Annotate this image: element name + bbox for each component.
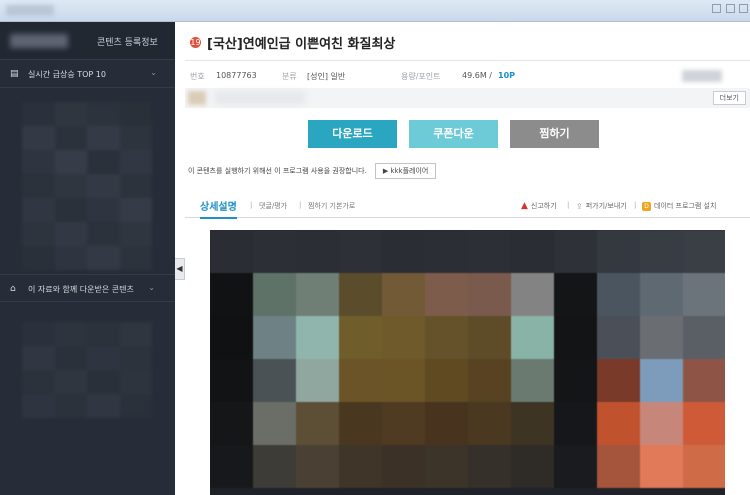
tab-separator: | <box>299 201 302 209</box>
meta-category-key: 분류 <box>282 72 297 81</box>
meta-category-value: [성인] 일반 <box>307 72 346 81</box>
meta-id-key: 번호 <box>190 72 205 81</box>
content-meta: 번호 10877763 분류 [성인] 일반 용량/포인트 49.6M / 10… <box>188 67 746 87</box>
share-icon: ⇪ <box>576 201 583 211</box>
more-button[interactable]: 더보기 <box>712 91 746 105</box>
tool-separator: | <box>634 201 637 209</box>
meta-size-value: 49.6M / <box>462 71 492 80</box>
divider <box>185 60 750 61</box>
maximize-icon[interactable] <box>726 4 735 13</box>
sidebar-section-label: 이 자료와 함께 다운받은 콘텐츠 <box>28 285 134 294</box>
meta-point-value: 10P <box>498 71 515 80</box>
tab-guide[interactable]: 찜하기 기본가로 <box>308 201 355 211</box>
meta-id-value: 10877763 <box>216 71 257 80</box>
page-title: [국산]연예인급 이쁜여친 화질최상 <box>207 36 396 52</box>
warning-icon: ▲ <box>521 201 528 211</box>
player-link-label: kkk플레이어 <box>390 167 429 175</box>
preview-image-blurred <box>210 230 725 495</box>
sidebar-section-top10[interactable]: ▤ 실시간 급상승 TOP 10 ⌄ <box>0 60 175 88</box>
chart-icon: ▤ <box>10 69 19 79</box>
tab-detail[interactable]: 상세설명 <box>200 198 237 219</box>
player-link-button[interactable]: ▶ kkk플레이어 <box>374 163 437 179</box>
content-panel: 19 [국산]연예인급 이쁜여친 화질최상 번호 10877763 분류 [성인… <box>185 22 750 495</box>
sidebar-header-label: 콘텐츠 등록정보 <box>97 38 158 48</box>
tool-separator: | <box>567 201 570 209</box>
bookmark-button[interactable]: 찜하기 <box>510 120 599 148</box>
window-titlebar <box>0 0 750 22</box>
player-notice: 이 콘텐츠를 실행하기 위해선 이 프로그램 사용을 권장합니다. ▶ kkk플… <box>188 162 437 180</box>
download-button[interactable]: 다운로드 <box>308 120 397 148</box>
sidebar-blurred-list <box>22 322 152 418</box>
adult-badge-icon: 19 <box>190 36 201 48</box>
window-title-blurred <box>6 5 54 16</box>
notice-text: 이 콘텐츠를 실행하기 위해선 이 프로그램 사용을 권장합니다. <box>188 167 367 175</box>
meta-blurred <box>682 70 722 82</box>
description-row: 더보기 <box>185 88 750 108</box>
sidebar-logo-blurred <box>10 34 68 48</box>
sidebar-section-label: 실시간 급상승 TOP 10 <box>28 70 106 79</box>
sidebar-collapse-button[interactable]: ◀ <box>175 258 185 280</box>
share-label: 퍼가기/보내기 <box>585 202 627 210</box>
coupon-download-button[interactable]: 쿠폰다운 <box>409 120 498 148</box>
content-tabs: 상세설명 | 댓글/평가 | 찜하기 기본가로 ▲ 신고하기 | ⇪ 퍼가기/보내기… <box>185 190 750 219</box>
home-icon: ⌂ <box>10 284 16 294</box>
install-program-button[interactable]: D 데이터 프로그램 설치 <box>642 201 716 211</box>
sidebar-section-related[interactable]: ⌂ 이 자료와 함께 다운받은 콘텐츠 ⌄ <box>0 274 175 302</box>
tab-comments[interactable]: 댓글/평가 <box>259 201 287 211</box>
sidebar-blurred-list <box>22 102 152 270</box>
tab-separator: | <box>250 201 253 209</box>
install-label: 데이터 프로그램 설치 <box>654 202 717 210</box>
description-blurred <box>215 91 305 105</box>
program-icon: D <box>642 201 651 211</box>
preview-mosaic <box>210 230 725 488</box>
description-blurred <box>188 91 206 105</box>
minimize-icon[interactable] <box>712 4 721 13</box>
sidebar: 콘텐츠 등록정보 ▤ 실시간 급상승 TOP 10 ⌄ ⌂ 이 자료와 함께 다… <box>0 22 175 495</box>
chevron-down-icon[interactable]: ⌄ <box>150 68 157 77</box>
chevron-down-icon[interactable]: ⌄ <box>148 283 155 292</box>
close-icon[interactable] <box>739 4 748 13</box>
sidebar-header: 콘텐츠 등록정보 <box>0 22 175 60</box>
report-label: 신고하기 <box>530 202 557 210</box>
content-title-row: 19 [국산]연예인급 이쁜여친 화질최상 <box>190 32 395 52</box>
report-button[interactable]: ▲ 신고하기 <box>521 201 557 211</box>
share-button[interactable]: ⇪ 퍼가기/보내기 <box>576 201 627 211</box>
meta-size-key: 용량/포인트 <box>401 72 441 81</box>
